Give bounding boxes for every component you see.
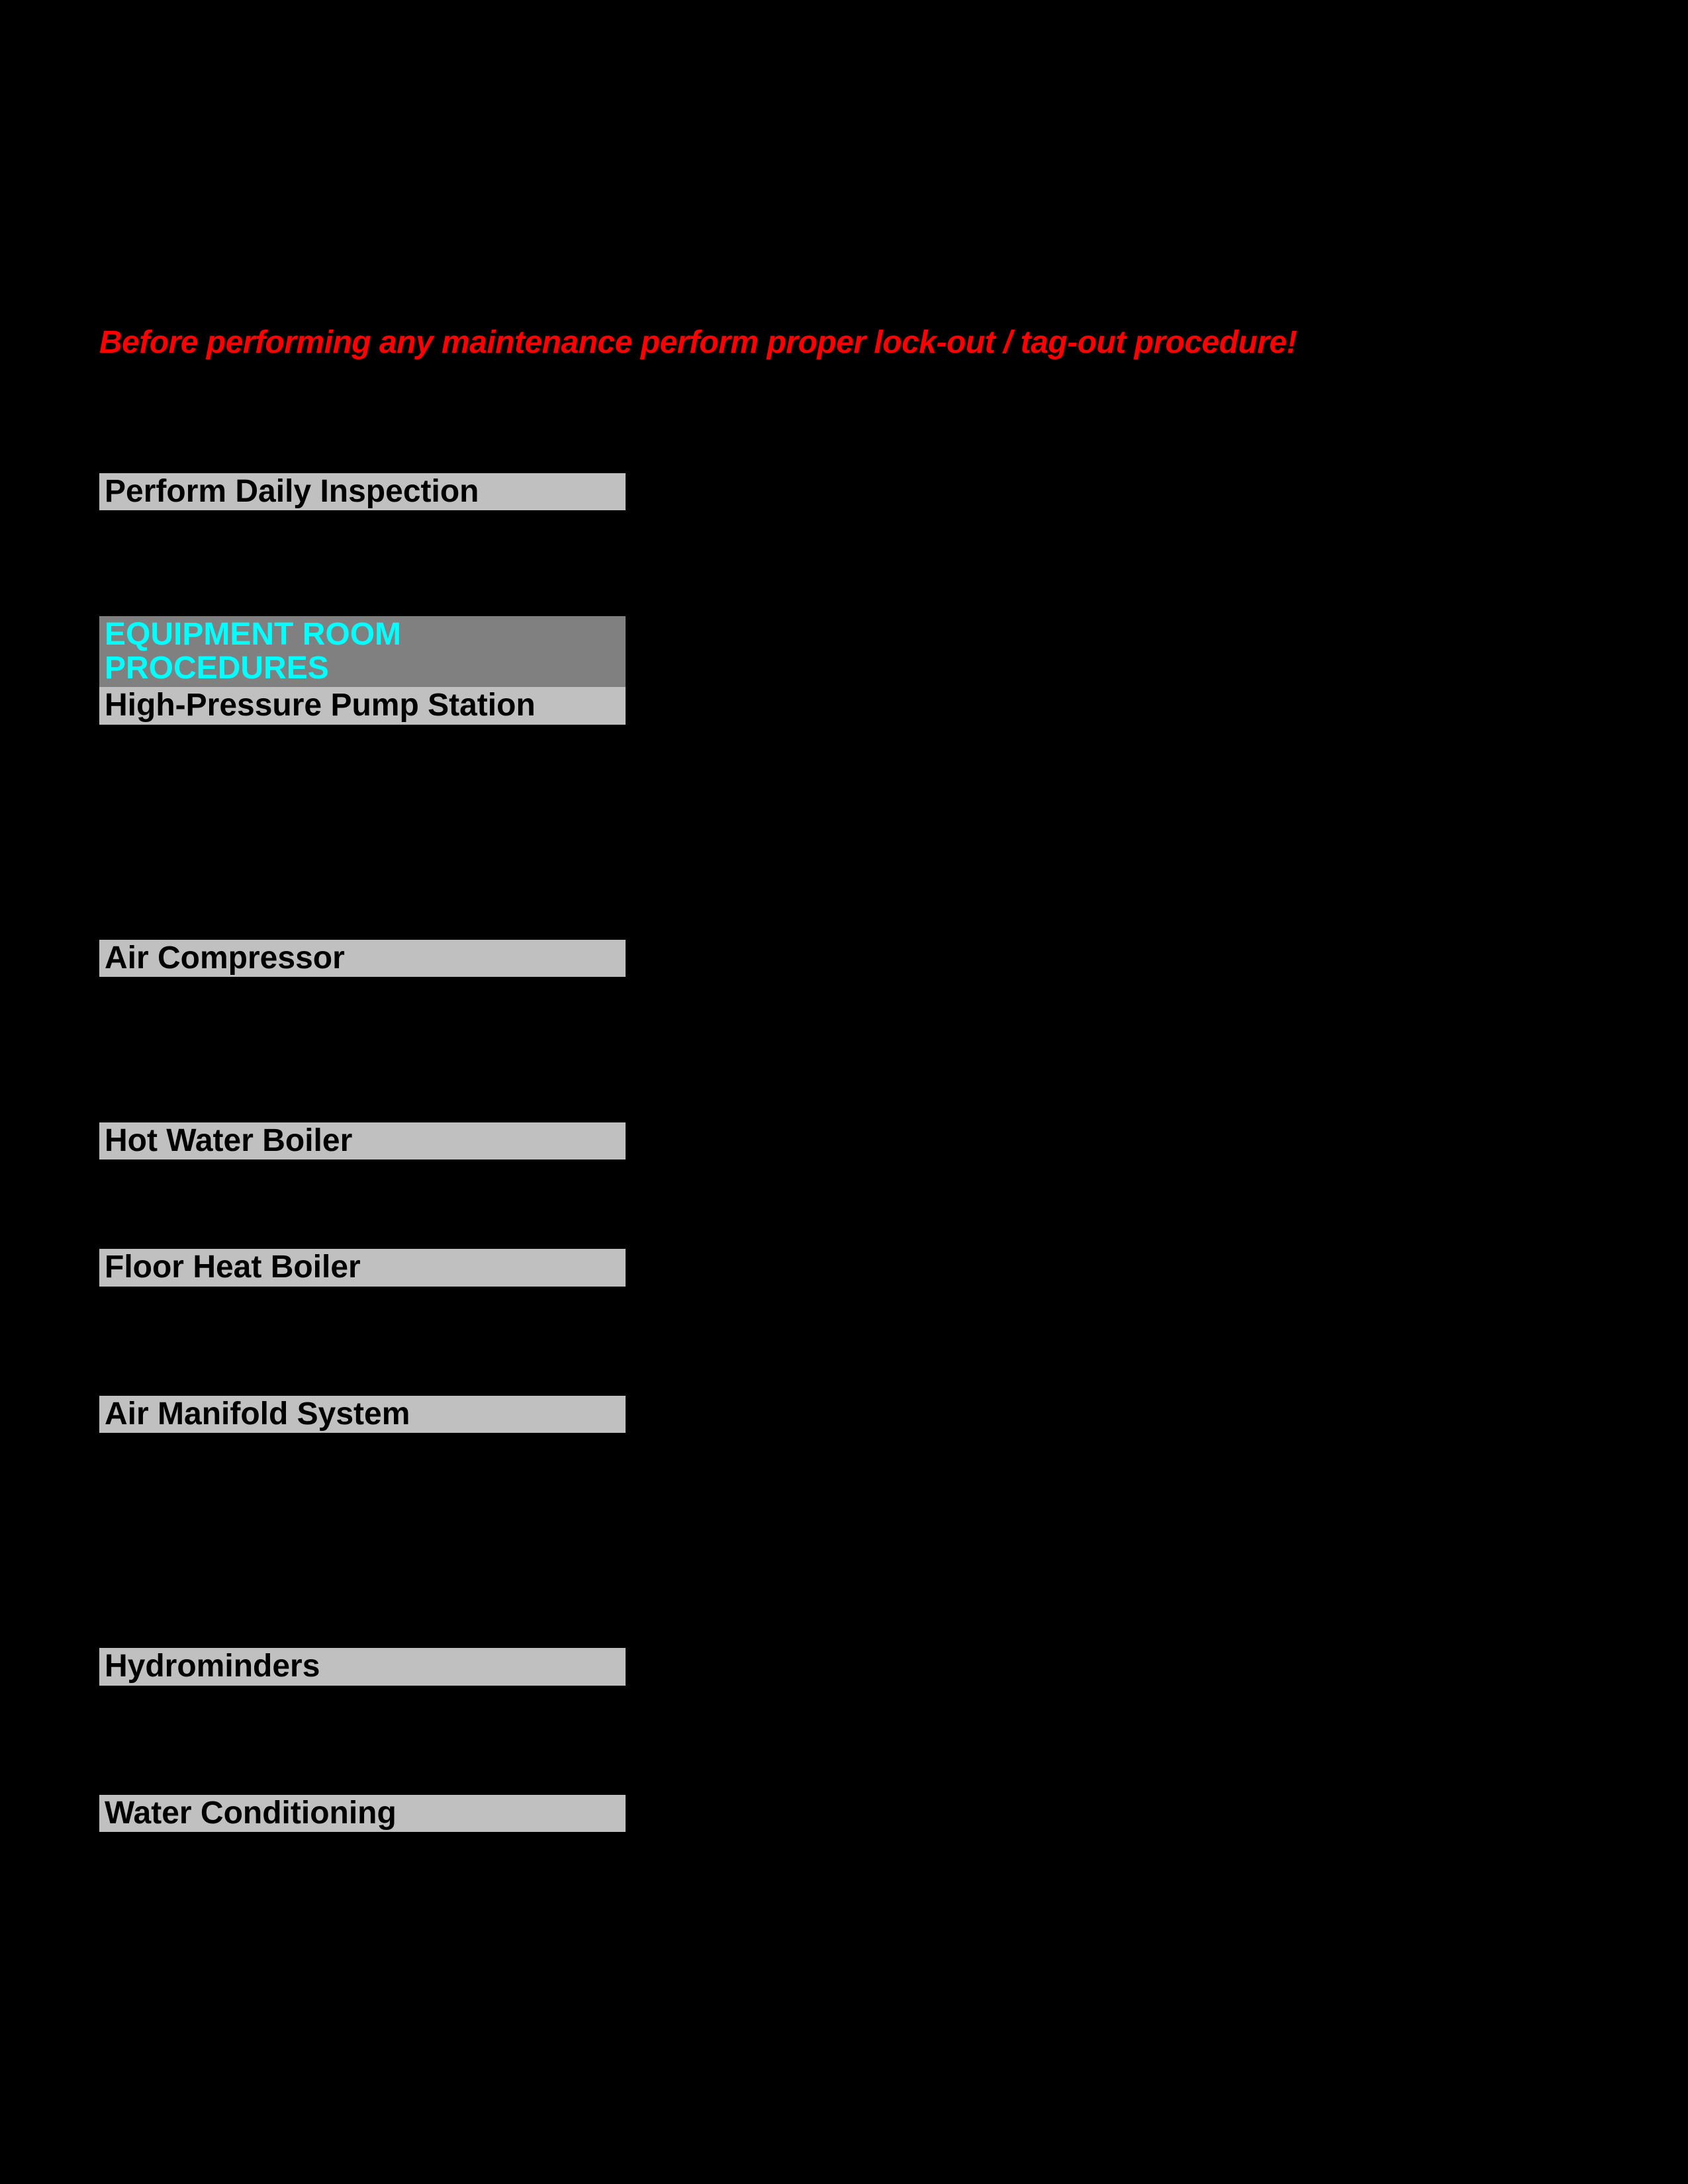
section-air-compressor: Air Compressor bbox=[99, 940, 1589, 977]
warning-banner: Before performing any maintenance perfor… bbox=[99, 324, 1589, 361]
heading-water-conditioning: Water Conditioning bbox=[99, 1795, 626, 1832]
heading-air-manifold: Air Manifold System bbox=[99, 1396, 626, 1433]
section-hot-water-boiler: Hot Water Boiler bbox=[99, 1122, 1589, 1160]
heading-high-pressure-pump: High-Pressure Pump Station bbox=[99, 687, 626, 724]
section-air-manifold: Air Manifold System bbox=[99, 1396, 1589, 1433]
section-floor-heat-boiler: Floor Heat Boiler bbox=[99, 1249, 1589, 1286]
section-water-conditioning: Water Conditioning bbox=[99, 1795, 1589, 1832]
section-high-pressure-pump: High-Pressure Pump Station bbox=[99, 687, 1589, 724]
section-equipment-room-procedures: EQUIPMENT ROOM PROCEDURES bbox=[99, 616, 1589, 687]
heading-air-compressor: Air Compressor bbox=[99, 940, 626, 977]
heading-floor-heat-boiler: Floor Heat Boiler bbox=[99, 1249, 626, 1286]
section-hydrominders: Hydrominders bbox=[99, 1648, 1589, 1685]
heading-hot-water-boiler: Hot Water Boiler bbox=[99, 1122, 626, 1160]
heading-hydrominders: Hydrominders bbox=[99, 1648, 626, 1685]
section-daily-inspection: Perform Daily Inspection bbox=[99, 473, 1589, 510]
document-page: Before performing any maintenance perfor… bbox=[99, 324, 1589, 1832]
heading-equipment-room: EQUIPMENT ROOM PROCEDURES bbox=[99, 616, 626, 687]
heading-daily-inspection: Perform Daily Inspection bbox=[99, 473, 626, 510]
